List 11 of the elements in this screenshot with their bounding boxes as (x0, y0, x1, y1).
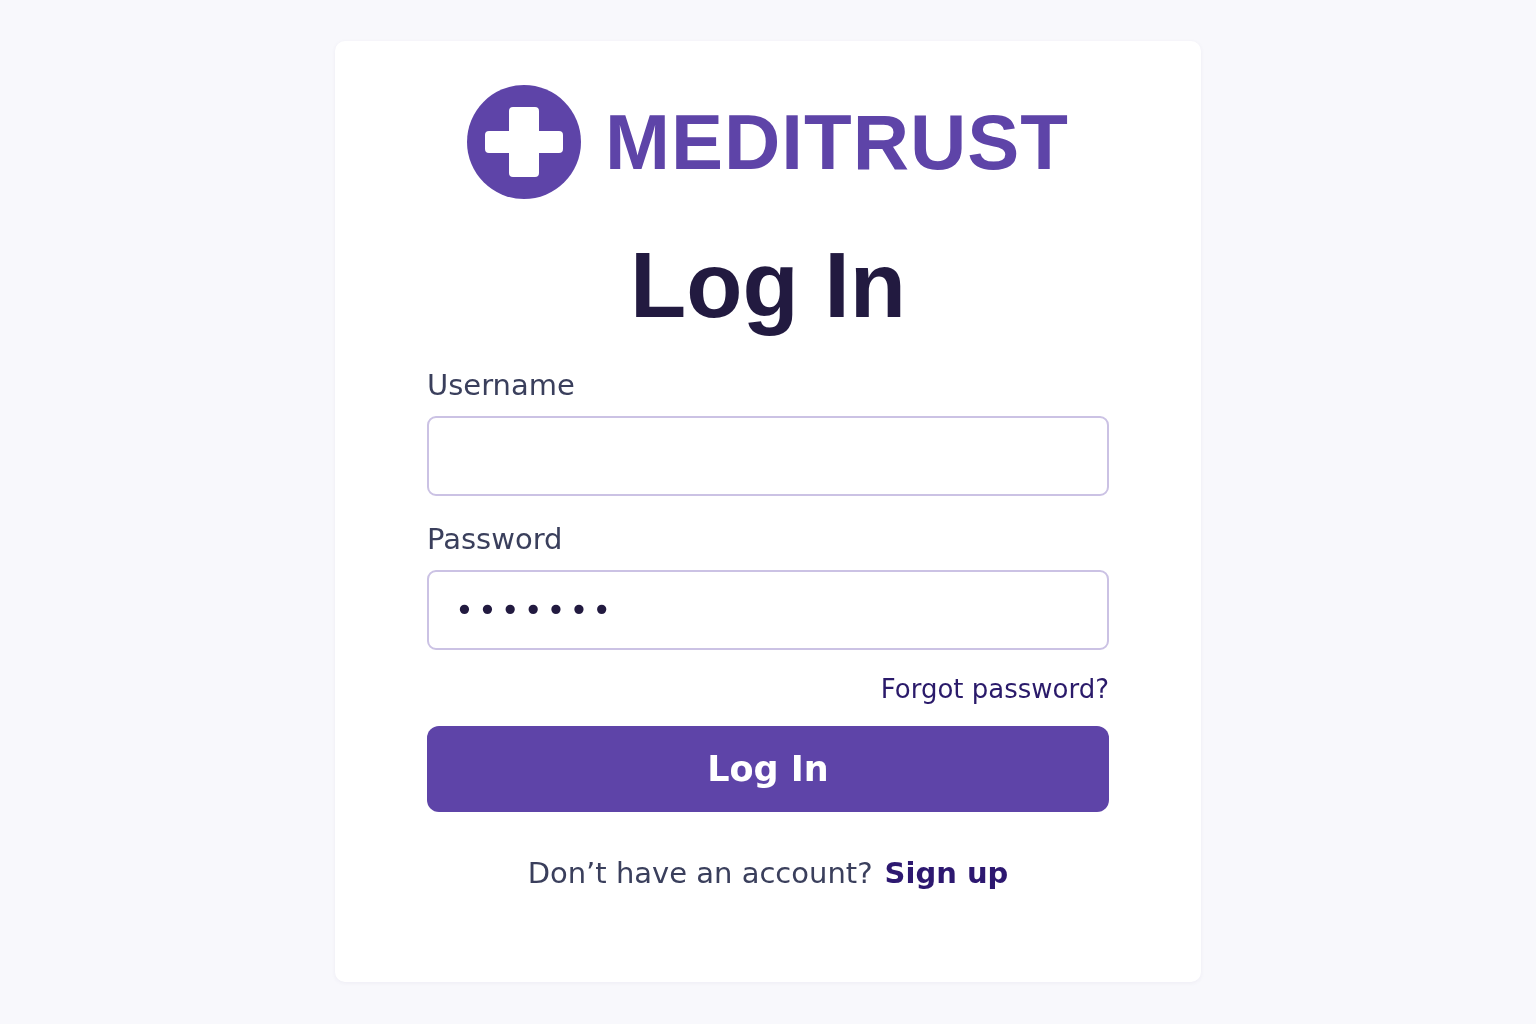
signup-prompt: Don’t have an account? (527, 856, 873, 891)
brand-name: MEDITRUST (605, 96, 1069, 188)
login-button[interactable]: Log In (427, 726, 1109, 813)
field-label: Username (427, 368, 575, 403)
cross-logo-icon (467, 85, 581, 199)
password-field[interactable]: ••••••• (427, 570, 1109, 651)
page-heading: Log In (629, 235, 907, 337)
username-field[interactable] (427, 416, 1109, 497)
forgot-password-link[interactable]: Forgot password? (880, 674, 1109, 705)
field-label: Password (427, 522, 563, 557)
signup-link[interactable]: Sign up (884, 856, 1009, 891)
